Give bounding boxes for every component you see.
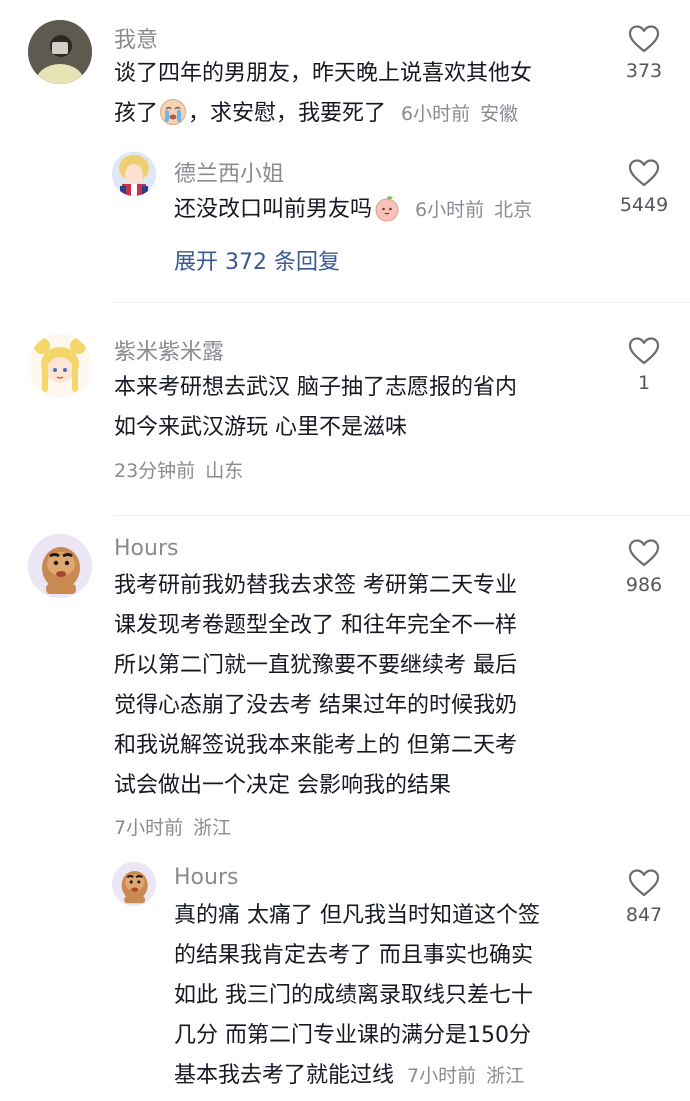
- comment-text: 谈了四年的男朋友，昨天晚上说喜欢其他女 孩了 ，求安慰，我要死了 6小时前 安徽: [114, 54, 614, 134]
- like-button[interactable]: 1: [609, 336, 679, 394]
- like-count: 1: [637, 372, 651, 394]
- reply-text: 还没改口叫前男友吗 6小时前 北京: [174, 190, 604, 230]
- reply-username[interactable]: 德兰西小姐: [174, 156, 284, 188]
- peach-face-emoji-icon: [373, 194, 401, 222]
- comment-username[interactable]: Hours: [114, 536, 178, 561]
- cartoon-character-avatar-icon: [112, 862, 156, 906]
- heart-icon: [628, 539, 660, 567]
- reply-username[interactable]: Hours: [174, 865, 238, 890]
- reply-line: 基本我去考了就能过线 7小时前 浙江: [174, 1056, 604, 1096]
- comment-username[interactable]: 紫米紫米露: [114, 334, 224, 366]
- reply-line: 真的痛 太痛了 但凡我当时知道这个签: [174, 903, 540, 928]
- reply-line-text: 还没改口叫前男友吗: [174, 197, 373, 222]
- like-button[interactable]: 5449: [609, 158, 679, 216]
- like-button[interactable]: 986: [609, 538, 679, 596]
- avatar[interactable]: [28, 334, 92, 398]
- comment-meta: 7小时前 浙江: [114, 813, 231, 840]
- heart-icon: [628, 25, 660, 53]
- comment-line: 我考研前我奶替我去求签 考研第二天专业: [114, 573, 517, 598]
- divider: [114, 515, 690, 516]
- comment-text: 我考研前我奶替我去求签 考研第二天专业 课发现考卷题型全改了 和往年完全不一样 …: [114, 566, 594, 806]
- comment-location: 山东: [205, 460, 244, 482]
- reply-line: 几分 而第二门专业课的满分是150分: [174, 1023, 531, 1048]
- like-count: 847: [625, 904, 663, 926]
- divider: [114, 302, 690, 303]
- reply-text: 真的痛 太痛了 但凡我当时知道这个签 的结果我肯定去考了 而且事实也确实 如此 …: [174, 896, 604, 1096]
- comment-line: 试会做出一个决定 会影响我的结果: [114, 773, 451, 798]
- reply-line-text: 基本我去考了就能过线: [174, 1063, 395, 1088]
- comment-line: 课发现考卷题型全改了 和往年完全不一样: [114, 613, 517, 638]
- comment-username[interactable]: 我意: [114, 22, 158, 54]
- like-count: 373: [625, 60, 663, 82]
- like-button[interactable]: 847: [609, 868, 679, 926]
- comment-meta: 23分钟前 山东: [114, 456, 243, 483]
- comment-time: 6小时前: [401, 103, 471, 125]
- comment-section: 我意 谈了四年的男朋友，昨天晚上说喜欢其他女 孩了 ，求安慰，我要死了 6小时前…: [0, 0, 690, 1101]
- like-button[interactable]: 373: [609, 24, 679, 82]
- comment-location: 浙江: [193, 817, 232, 839]
- comment-location: 安徽: [480, 103, 519, 125]
- comment-line: 谈了四年的男朋友，昨天晚上说喜欢其他女: [114, 61, 533, 86]
- comment-line: 所以第二门就一直犹豫要不要继续考 最后: [114, 653, 517, 678]
- avatar[interactable]: [28, 20, 92, 84]
- crying-face-emoji-icon: [159, 98, 187, 126]
- reply-meta: 7小时前 浙江: [407, 1065, 524, 1087]
- comment-line: 觉得心态崩了没去考 结果过年的时候我奶: [114, 693, 517, 718]
- reply-meta: 6小时前 北京: [415, 199, 532, 221]
- comment-line: 如今来武汉游玩 心里不是滋味: [114, 415, 407, 440]
- comment-time: 23分钟前: [114, 460, 196, 482]
- reply-location: 北京: [494, 199, 533, 221]
- avatar[interactable]: [28, 534, 92, 598]
- heart-icon: [628, 337, 660, 365]
- reply-time: 7小时前: [407, 1065, 477, 1087]
- avatar[interactable]: [112, 862, 156, 906]
- reply-line: 如此 我三门的成绩离录取线只差七十: [174, 983, 533, 1008]
- comment-time: 7小时前: [114, 817, 184, 839]
- comment-line: 孩了 ，求安慰，我要死了 6小时前 安徽: [114, 94, 614, 134]
- comment-meta: 6小时前 安徽: [401, 103, 518, 125]
- comment-line-text: 孩了: [114, 101, 159, 126]
- heart-icon: [628, 159, 660, 187]
- cartoon-character-avatar-icon: [28, 534, 92, 598]
- reply-location: 浙江: [486, 1065, 525, 1087]
- comment-line-text: ，求安慰，我要死了: [188, 101, 387, 126]
- expand-replies-link[interactable]: 展开 372 条回复: [174, 244, 340, 276]
- reply-time: 6小时前: [415, 199, 485, 221]
- like-count: 986: [625, 574, 663, 596]
- anime-girl-avatar-icon: [112, 152, 156, 196]
- comment-text: 本来考研想去武汉 脑子抽了志愿报的省内 如今来武汉游玩 心里不是滋味: [114, 368, 594, 448]
- user-photo-icon: [28, 20, 92, 84]
- heart-icon: [628, 869, 660, 897]
- reply-line: 的结果我肯定去考了 而且事实也确实: [174, 943, 533, 968]
- comment-line: 和我说解签说我本来能考上的 但第二天考: [114, 733, 517, 758]
- reply-line: 还没改口叫前男友吗 6小时前 北京: [174, 190, 604, 230]
- like-count: 5449: [619, 194, 669, 216]
- avatar[interactable]: [112, 152, 156, 196]
- comment-line: 本来考研想去武汉 脑子抽了志愿报的省内: [114, 375, 517, 400]
- sailor-moon-avatar-icon: [28, 334, 92, 398]
